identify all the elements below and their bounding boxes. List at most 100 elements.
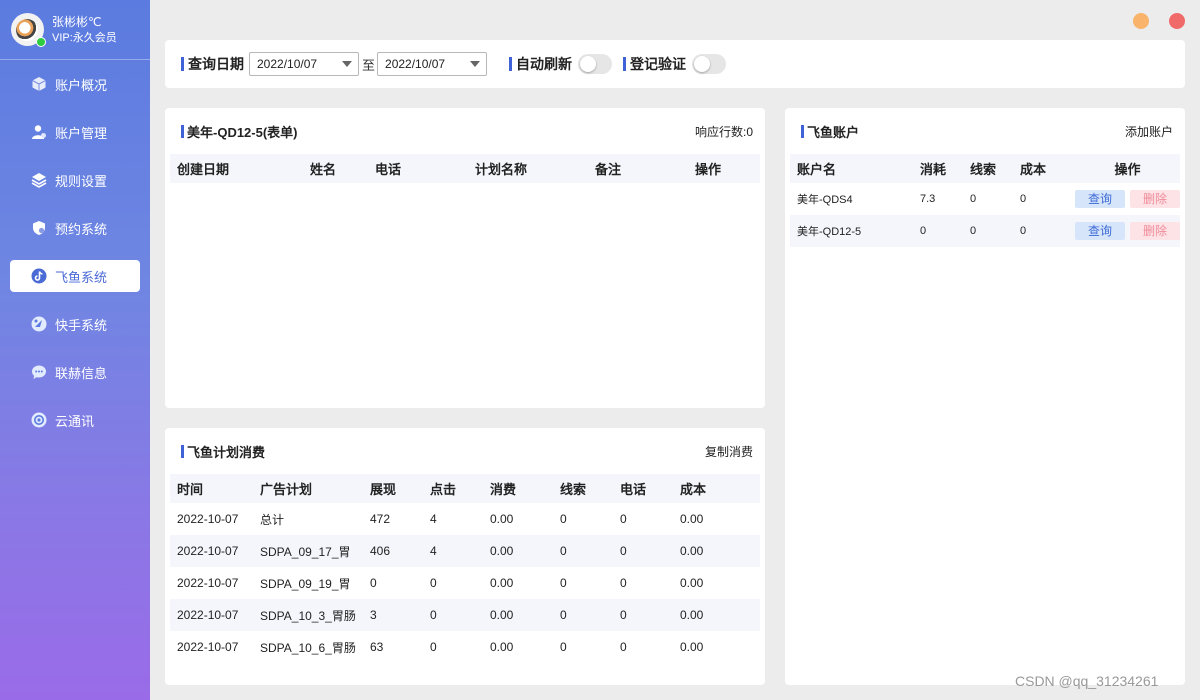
- delete-button[interactable]: 删除: [1130, 222, 1180, 240]
- avatar-image: [16, 19, 38, 41]
- filter-bar: 查询日期 2022/10/07 至 2022/10/07 自动刷新 登记验证: [165, 40, 1185, 88]
- watermark: CSDN @qq_31234261: [1015, 673, 1159, 689]
- plan-table: 时间 广告计划 展现 点击 消费 线索 电话 成本 2022-10-07 总计 …: [170, 474, 760, 663]
- table-cell: 3: [370, 599, 430, 631]
- table-cell: 0.00: [490, 512, 514, 526]
- minimize-button[interactable]: [1133, 13, 1149, 29]
- user-profile[interactable]: 张彬彬℃ VIP:永久会员: [0, 0, 150, 60]
- sidebar: 张彬彬℃ VIP:永久会员 账户概况 账户管理 规则设置 预约系统 飞鱼系统 快…: [0, 0, 150, 700]
- actions-cell: 查询 删除: [1075, 183, 1180, 215]
- table-cell: 0: [620, 576, 627, 590]
- table-cell: 0.00: [680, 576, 704, 590]
- column-header: 成本: [680, 474, 760, 503]
- table-cell: 0.00: [680, 599, 760, 631]
- sidebar-item-feiyu-system[interactable]: 飞鱼系统: [10, 260, 140, 292]
- table-cell: 0: [560, 512, 567, 526]
- table-cell: 0: [430, 576, 437, 590]
- sidebar-item-cloud-communication[interactable]: 云通讯: [10, 404, 140, 436]
- add-account-button[interactable]: 添加账户: [1125, 123, 1173, 140]
- table-cell: 2022-10-07: [177, 512, 239, 526]
- table-cell: 0.00: [680, 512, 704, 526]
- start-date-picker[interactable]: 2022/10/07: [249, 52, 359, 76]
- table-cell: 2022-10-07: [170, 599, 260, 631]
- plan-panel-title: 飞鱼计划消费: [181, 442, 265, 461]
- sidebar-item-kuaishou-system[interactable]: 快手系统: [10, 308, 140, 340]
- sidebar-item-label: 飞鱼系统: [55, 269, 108, 285]
- sidebar-item-account-management[interactable]: 账户管理: [10, 116, 140, 148]
- chat-icon: [31, 364, 47, 380]
- sidebar-item-booking-system[interactable]: 预约系统: [10, 212, 140, 244]
- column-header: 备注: [595, 154, 695, 183]
- table-cell: 2022-10-07: [177, 576, 239, 590]
- layers-icon: [31, 172, 47, 188]
- sidebar-item-label: 预约系统: [55, 221, 108, 237]
- table-row: 美年-QDS4 7.3 0 0 查询 删除: [790, 183, 1180, 215]
- column-header: 线索: [970, 154, 1020, 183]
- table-cell: SDPA_10_6_胃肠: [260, 640, 356, 655]
- table-cell: 0.00: [490, 640, 514, 654]
- start-date-value: 2022/10/07: [257, 57, 318, 71]
- column-header: 操作: [1075, 154, 1180, 183]
- sidebar-item-rule-settings[interactable]: 规则设置: [10, 164, 140, 196]
- column-header: 电话: [620, 474, 680, 503]
- query-button[interactable]: 查询: [1075, 222, 1125, 240]
- table-cell: 0: [620, 535, 680, 567]
- delete-button[interactable]: 删除: [1130, 190, 1180, 208]
- table-cell: 0: [1020, 215, 1075, 247]
- chevron-down-icon: [470, 61, 481, 67]
- table-cell: 0: [1020, 193, 1027, 205]
- table-cell: 0: [560, 535, 620, 567]
- toggle-knob: [694, 56, 711, 72]
- toggle-knob: [580, 56, 597, 72]
- table-cell: 0: [430, 640, 437, 654]
- user-icon: [31, 124, 47, 140]
- query-button[interactable]: 查询: [1075, 190, 1125, 208]
- end-date-picker[interactable]: 2022/10/07: [377, 52, 488, 76]
- column-header: 时间: [170, 474, 260, 503]
- table-cell: 0: [970, 193, 977, 205]
- column-header: 姓名: [310, 154, 375, 183]
- cloud-chat-icon: [31, 412, 47, 428]
- shield-icon: [31, 220, 47, 236]
- table-cell: 4: [430, 512, 437, 526]
- table-row: 2022-10-07 SDPA_09_19_胃 0 0 0.00 0 0 0.0…: [170, 567, 760, 599]
- query-date-label: 查询日期: [181, 54, 244, 74]
- close-button[interactable]: [1169, 13, 1185, 29]
- sidebar-item-label: 快手系统: [55, 317, 108, 333]
- column-header: 消耗: [920, 154, 970, 183]
- table-row: 2022-10-07 SDPA_10_6_胃肠 63 0 0.00 0 0 0.…: [170, 631, 760, 663]
- column-header: 电话: [375, 154, 475, 183]
- table-cell: 0: [370, 576, 377, 590]
- sidebar-item-label: 规则设置: [55, 173, 108, 189]
- table-cell: 0.00: [680, 640, 704, 654]
- form-table: 创建日期 姓名 电话 计划名称 备注 操作: [170, 154, 760, 183]
- account-name: 美年-QD12-5: [790, 215, 920, 247]
- auto-refresh-toggle[interactable]: [578, 54, 613, 74]
- vip-status: VIP:永久会员: [52, 31, 117, 44]
- account-panel-title: 飞鱼账户: [801, 122, 859, 141]
- user-name: 张彬彬℃: [52, 14, 102, 29]
- sidebar-item-account-overview[interactable]: 账户概况: [10, 68, 140, 100]
- column-header: 线索: [560, 474, 620, 503]
- sidebar-nav: 账户概况 账户管理 规则设置 预约系统 飞鱼系统 快手系统 联赫信息 云通讯: [0, 68, 150, 436]
- sidebar-item-lianhe-info[interactable]: 联赫信息: [10, 356, 140, 388]
- table-cell: 0: [560, 576, 567, 590]
- chevron-down-icon: [342, 61, 352, 67]
- table-cell: 0.00: [490, 576, 514, 590]
- table-cell: 2022-10-07: [177, 640, 239, 654]
- login-verify-toggle[interactable]: [692, 54, 727, 74]
- sidebar-item-label: 云通讯: [55, 413, 95, 429]
- account-name: 美年-QDS4: [797, 194, 853, 206]
- avatar[interactable]: [11, 13, 46, 47]
- table-cell: 7.3: [920, 193, 936, 205]
- table-cell: 0: [430, 599, 490, 631]
- table-cell: 472: [370, 512, 391, 526]
- copy-consumption-link[interactable]: 复制消费: [705, 443, 753, 460]
- account-table: 账户名 消耗 线索 成本 操作 美年-QDS4 7.3 0 0 查询 删除 美年-…: [790, 154, 1180, 247]
- table-cell: 0: [920, 215, 970, 247]
- table-cell: 2022-10-07: [170, 535, 260, 567]
- table-cell: 0.00: [490, 535, 560, 567]
- date-range-separator: 至: [362, 57, 376, 73]
- column-header: 消费: [490, 474, 560, 503]
- table-row: 2022-10-07 SDPA_10_3_胃肠 3 0 0.00 0 0 0.0…: [170, 599, 760, 631]
